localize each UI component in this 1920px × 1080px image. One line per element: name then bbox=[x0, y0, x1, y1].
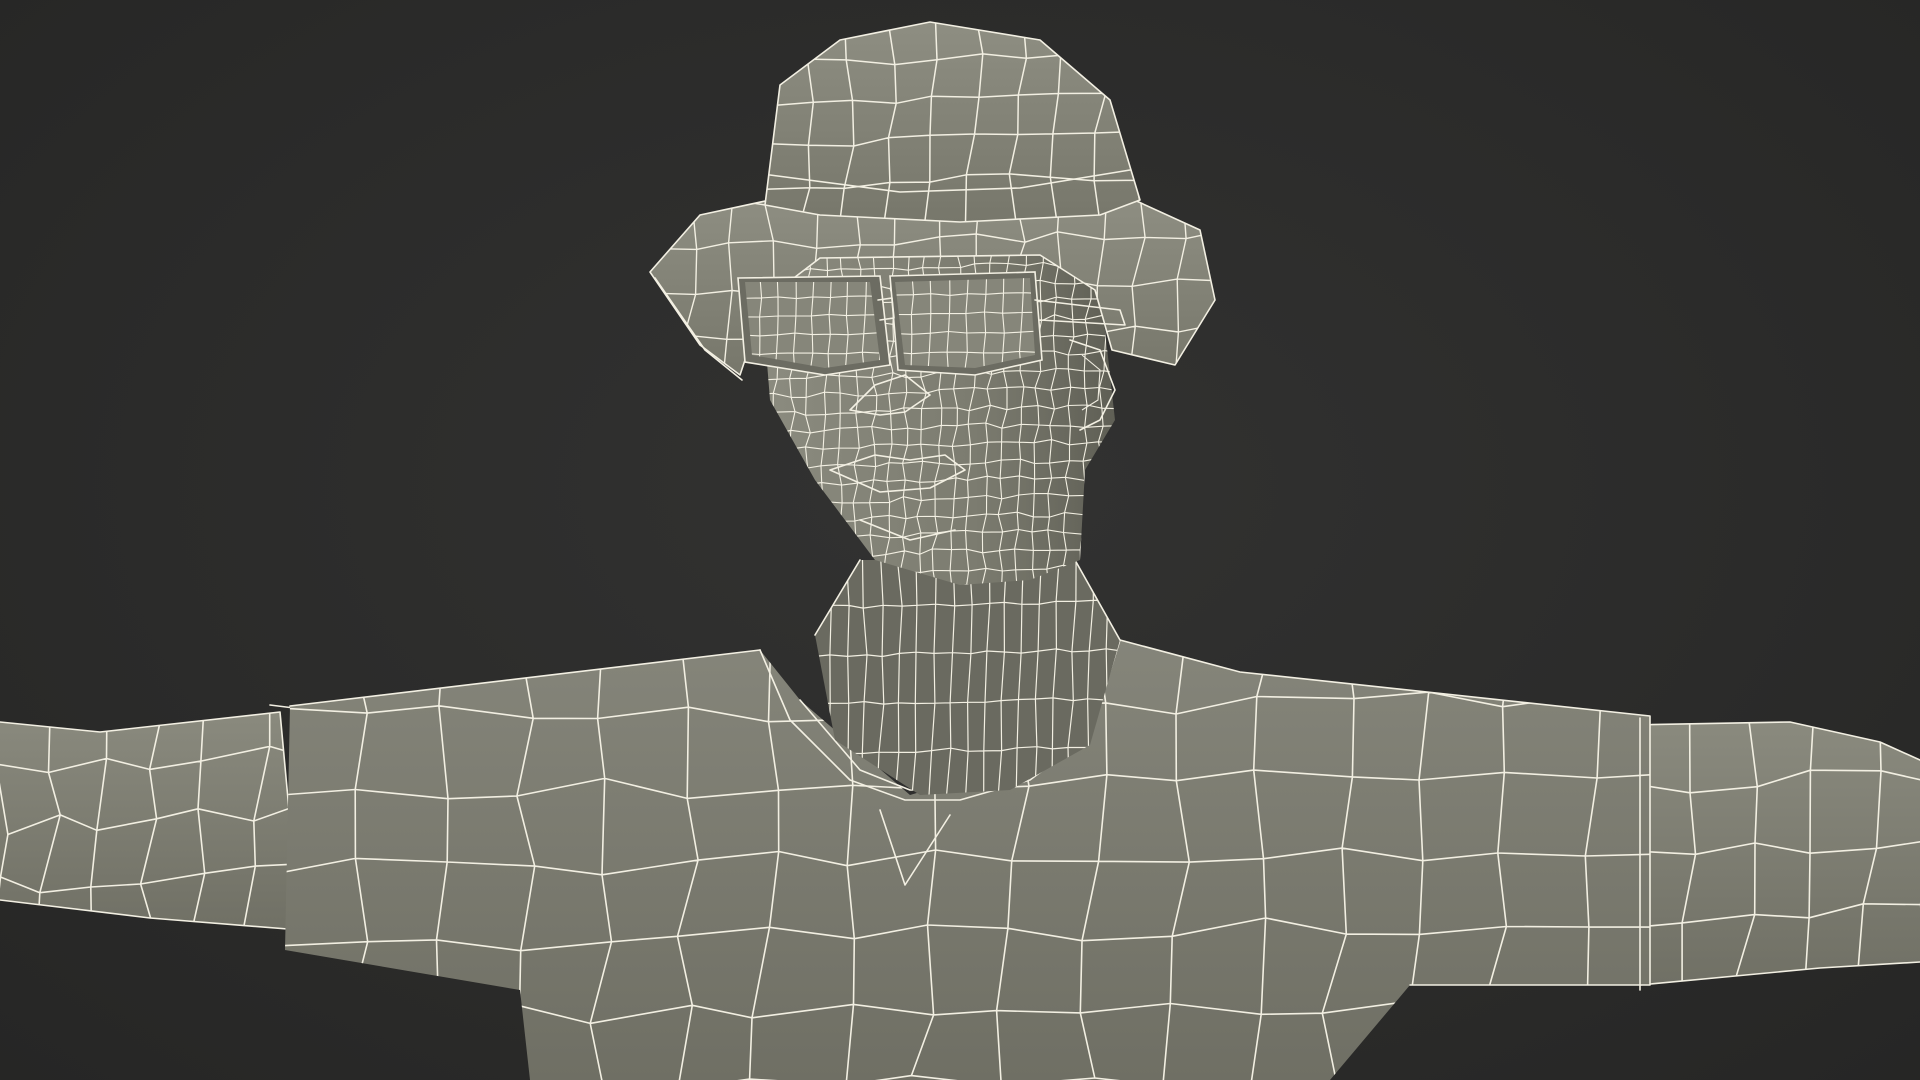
render-viewport bbox=[0, 0, 1920, 1080]
right-arm bbox=[1629, 721, 1920, 986]
left-arm bbox=[0, 704, 311, 941]
wireframe-model bbox=[0, 21, 1920, 1080]
hat-crown bbox=[764, 21, 1141, 223]
